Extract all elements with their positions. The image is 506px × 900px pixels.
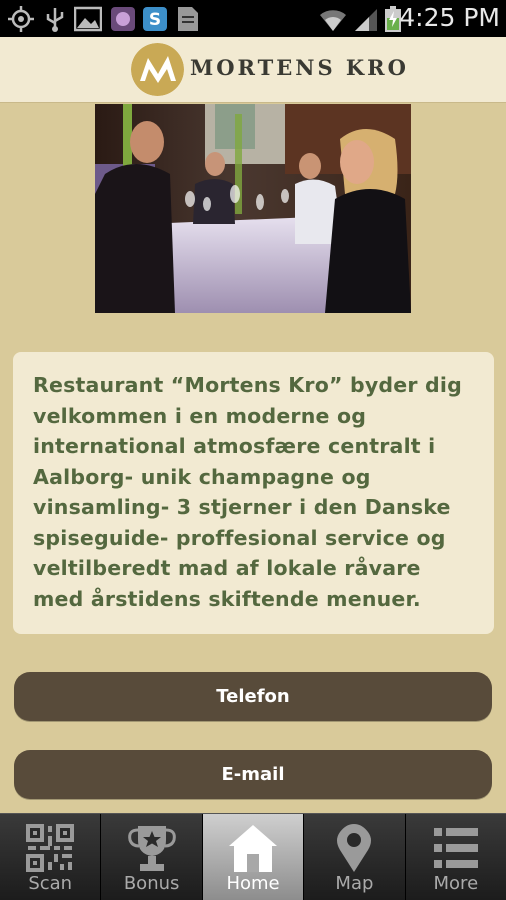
file-icon bbox=[178, 7, 198, 31]
wifi-icon bbox=[320, 10, 346, 31]
map-pin-icon bbox=[337, 824, 372, 872]
tab-label: Home bbox=[226, 873, 280, 894]
gallery-icon bbox=[74, 6, 102, 32]
logo-text: MORTENS KRO bbox=[190, 55, 409, 80]
logo-mark-icon bbox=[131, 43, 184, 96]
list-icon bbox=[433, 828, 478, 868]
tab-scan[interactable]: Scan bbox=[0, 814, 102, 900]
tab-label: Map bbox=[335, 873, 374, 894]
tab-label: Bonus bbox=[123, 873, 180, 894]
trophy-icon bbox=[127, 826, 176, 871]
tab-bonus[interactable]: Bonus bbox=[101, 814, 203, 900]
telefon-button[interactable]: Telefon bbox=[14, 672, 492, 721]
intro-card: Restaurant “Mortens Kro” byder dig velko… bbox=[13, 352, 494, 634]
tab-bar: Scan Bonus Home Map More bbox=[0, 813, 506, 900]
email-button[interactable]: E-mail bbox=[14, 750, 492, 799]
skype-icon: S bbox=[143, 7, 167, 31]
usb-icon bbox=[46, 8, 64, 32]
status-bar: S 4:25 PM bbox=[0, 0, 506, 37]
tab-label: Scan bbox=[28, 873, 73, 894]
tab-label: More bbox=[433, 873, 479, 894]
intro-text: Restaurant “Mortens Kro” byder dig velko… bbox=[33, 373, 463, 611]
restaurant-photo bbox=[95, 104, 411, 313]
app-icon bbox=[111, 7, 135, 31]
svg-text:S: S bbox=[149, 10, 161, 30]
gps-icon bbox=[8, 6, 34, 32]
tab-home[interactable]: Home bbox=[202, 814, 305, 900]
signal-icon bbox=[355, 9, 377, 31]
status-time: 4:25 PM bbox=[399, 3, 500, 32]
tab-map[interactable]: Map bbox=[304, 814, 406, 900]
tab-more[interactable]: More bbox=[405, 814, 506, 900]
qr-code-icon bbox=[26, 824, 75, 872]
home-icon bbox=[229, 825, 278, 872]
